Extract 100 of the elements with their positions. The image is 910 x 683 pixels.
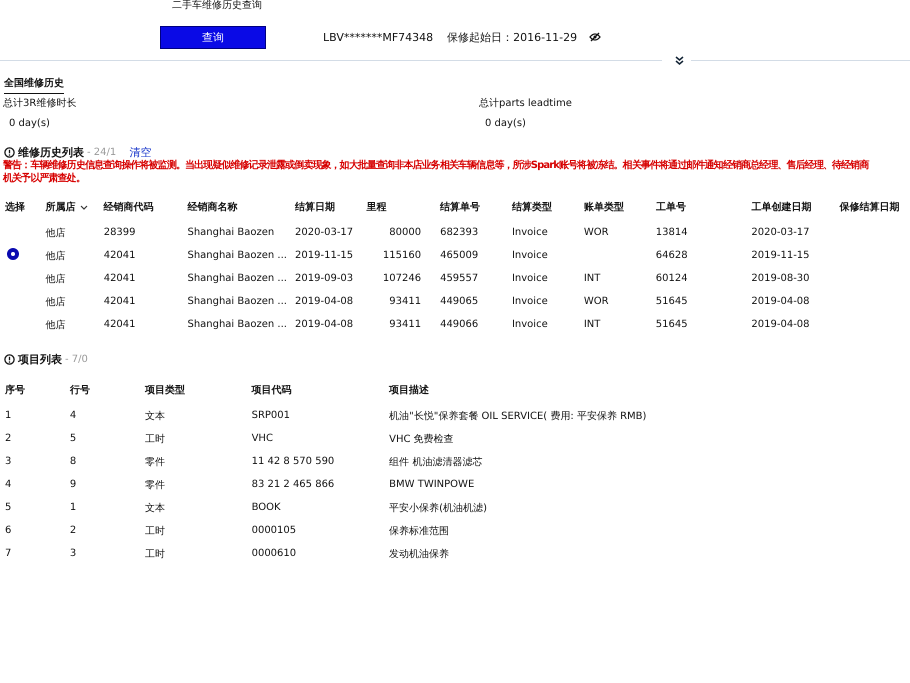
table-cell: INT <box>584 319 600 330</box>
table-cell: 3 <box>70 548 76 559</box>
table-cell: 2019-11-15 <box>751 250 810 261</box>
table-cell: 3 <box>5 456 12 467</box>
column-header[interactable]: 里程 <box>366 202 386 213</box>
table-cell: 0000610 <box>252 548 296 559</box>
table-cell: 零件 <box>145 480 166 490</box>
column-header[interactable]: 项目类型 <box>145 385 186 396</box>
table-cell: 459557 <box>440 273 478 284</box>
column-header[interactable]: 工单创建日期 <box>751 202 812 213</box>
table-cell: VHC 免费检查 <box>389 434 454 444</box>
table-cell: 4 <box>5 479 12 490</box>
table-cell: 2 <box>5 433 12 444</box>
table-cell: 文本 <box>145 502 166 514</box>
chevron-down-icon <box>80 204 88 210</box>
column-header[interactable]: 保修结算日期 <box>840 202 900 213</box>
eye-slash-icon[interactable] <box>589 32 602 42</box>
column-header[interactable]: 经销商名称 <box>187 202 238 213</box>
table-cell: 51645 <box>656 319 688 330</box>
table-cell: 他店 <box>46 274 66 284</box>
table-cell: 93411 <box>389 319 422 330</box>
table-cell: 11 42 8 570 590 <box>252 456 334 467</box>
table-cell: Shanghai Baozen <box>187 227 274 238</box>
stat-value: 0 day(s) <box>484 117 527 129</box>
table-cell: 2019-04-08 <box>295 319 354 330</box>
info-icon <box>4 354 15 364</box>
record-count: - 24/1 <box>87 146 116 158</box>
record-count: - 7/0 <box>65 354 88 364</box>
query-button[interactable]: 查询 <box>160 26 266 48</box>
table-cell: Invoice <box>512 250 548 261</box>
table-cell: INT <box>584 273 600 284</box>
table-cell: 107246 <box>382 273 422 284</box>
column-header[interactable]: 项目代码 <box>252 385 292 396</box>
table-cell: 9 <box>70 479 76 490</box>
table-cell: BOOK <box>252 502 281 513</box>
table-cell: 42041 <box>104 250 136 261</box>
table-cell: 发动机油保养 <box>389 548 450 560</box>
table-cell: Shanghai Baozen ... <box>187 296 287 307</box>
table-cell: 1 <box>5 410 12 421</box>
column-header[interactable]: 所属店 <box>46 202 76 213</box>
table-cell: 42041 <box>104 273 136 284</box>
section-title: 项目列表 <box>18 352 62 366</box>
column-header[interactable]: 序号 <box>5 385 25 396</box>
column-header[interactable]: 结算日期 <box>295 202 336 213</box>
table-cell: 机油"长悦"保养套餐 OIL SERVICE( 费用: 平安保养 RMB) <box>389 410 646 422</box>
clear-link[interactable]: 清空 <box>129 144 152 160</box>
table-cell: 他店 <box>46 250 66 262</box>
table-cell: 2019-04-08 <box>295 296 354 307</box>
table-cell: 8 <box>70 456 76 467</box>
vin-text: LBV*******MF74348 <box>323 30 434 44</box>
table-cell: 83 21 2 465 866 <box>252 479 334 490</box>
table-cell: 2020-03-17 <box>751 227 810 238</box>
table-cell: VHC <box>252 433 273 444</box>
table-cell: 93411 <box>389 296 422 307</box>
table-cell: WOR <box>584 296 609 307</box>
table-cell: BMW TWINPOWE <box>389 479 474 490</box>
radio-button[interactable] <box>7 248 19 260</box>
table-cell: 4 <box>70 410 76 421</box>
column-header[interactable]: 行号 <box>70 385 90 396</box>
table-cell: 零件 <box>145 456 166 468</box>
table-cell: Shanghai Baozen ... <box>187 273 287 284</box>
column-header[interactable]: 结算类型 <box>512 202 552 213</box>
table-cell: 28399 <box>104 227 136 238</box>
table-cell: 115160 <box>382 250 422 261</box>
column-header[interactable]: 结算单号 <box>440 202 480 213</box>
table-cell: 42041 <box>104 296 136 307</box>
double-chevron-down-icon[interactable] <box>675 56 684 64</box>
section-tab[interactable]: 全国维修历史 <box>4 76 64 94</box>
column-header[interactable]: 工单号 <box>656 202 686 213</box>
table-cell: 2019-08-30 <box>751 273 810 284</box>
column-header[interactable]: 项目描述 <box>389 385 430 396</box>
table-cell: 他店 <box>46 296 66 308</box>
table-cell: 2019-11-15 <box>295 250 354 261</box>
column-header[interactable]: 选择 <box>5 202 25 213</box>
table-cell: 保养标准范围 <box>389 526 450 536</box>
info-icon <box>4 146 15 158</box>
table-cell: SRP001 <box>252 410 290 421</box>
column-header[interactable]: 账单类型 <box>584 202 624 213</box>
table-cell: Invoice <box>512 273 548 284</box>
table-cell: Shanghai Baozen ... <box>187 319 287 330</box>
table-cell: 449065 <box>440 296 478 307</box>
table-cell: 组件 机油滤清器滤芯 <box>389 456 482 468</box>
table-cell: WOR <box>584 227 609 238</box>
table-cell: 5 <box>5 502 12 513</box>
table-cell: 2019-09-03 <box>295 273 354 284</box>
table-cell: 7 <box>5 548 12 559</box>
table-cell: 2020-03-17 <box>295 227 354 238</box>
stat-label: 总计3R维修时长 <box>3 96 78 110</box>
table-cell: Shanghai Baozen ... <box>187 250 287 261</box>
table-cell: 文本 <box>145 410 166 422</box>
column-header[interactable]: 经销商代码 <box>104 202 154 213</box>
table-cell: 2019-04-08 <box>751 319 810 330</box>
table-cell: 682393 <box>440 227 478 238</box>
table-cell: 13814 <box>656 227 688 238</box>
table-cell: 他店 <box>46 228 66 238</box>
table-cell: 6 <box>5 525 12 536</box>
stat-value: 0 day(s) <box>8 117 51 129</box>
table-cell: 42041 <box>104 319 136 330</box>
warranty-start-text: 保修起始日：2016-11-29 <box>447 30 578 44</box>
section-title: 维修历史列表 <box>18 144 84 159</box>
